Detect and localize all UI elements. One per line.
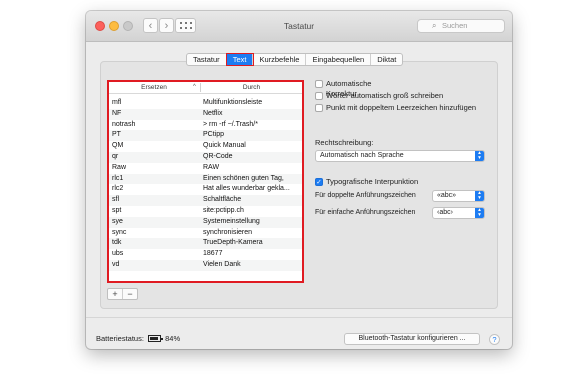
battery-value: 84% xyxy=(165,334,181,343)
spelling-value: Automatisch nach Sprache xyxy=(320,152,404,159)
replace-cell: vd xyxy=(112,260,120,268)
text-replacement-table[interactable]: Ersetzen ^ Durch mfl Multifunktionsleiste… xyxy=(107,80,304,283)
replace-cell: qr xyxy=(112,152,119,160)
table-row[interactable]: mfl Multifunktionsleiste xyxy=(109,98,302,109)
with-cell: QR-Code xyxy=(203,152,233,160)
table-row[interactable]: QM Quick Manual xyxy=(109,141,302,152)
table-row[interactable]: ubs 18677 xyxy=(109,249,302,260)
double-quotes-label: Für doppelte Anführungszeichen xyxy=(315,192,416,199)
with-cell: RAW xyxy=(203,163,220,171)
replace-cell: rlc2 xyxy=(112,185,124,193)
table-row[interactable]: sye Systemeinstellung xyxy=(109,216,302,228)
single-quotes-label: Für einfache Anführungszeichen xyxy=(315,209,416,216)
tab-kurzbefehle[interactable]: Kurzbefehle xyxy=(253,54,307,65)
capitalize-label: Wörter automatisch groß schreiben xyxy=(326,91,444,100)
remove-button[interactable]: − xyxy=(123,289,137,299)
add-remove-control: + − xyxy=(107,288,138,300)
replace-cell: sfl xyxy=(112,196,119,204)
column-header-replace[interactable]: Ersetzen xyxy=(109,82,199,93)
tab-eingabequellen[interactable]: Eingabequellen xyxy=(306,54,372,65)
table-row[interactable]: qr QR-Code xyxy=(109,151,302,163)
title-bar: ‹ › Tastatur ⌕ Suchen xyxy=(86,11,512,42)
table-row[interactable]: vd Vielen Dank xyxy=(109,259,302,271)
replace-cell: notrash xyxy=(112,120,136,128)
table-header: Ersetzen ^ Durch xyxy=(109,82,302,94)
updown-arrow-icon: ▴ ▾ xyxy=(475,190,484,201)
tab-text[interactable]: Text xyxy=(225,53,255,66)
table-row[interactable]: Raw RAW xyxy=(109,163,302,174)
replace-cell: tdk xyxy=(112,239,122,247)
updown-arrow-icon: ▴ ▾ xyxy=(475,150,484,161)
table-row[interactable]: rlc2 Hat alles wunderbar gekla... xyxy=(109,184,302,195)
tab-bar: Tastatur Text Kurzbefehle Eingabequellen… xyxy=(186,53,404,66)
table-row[interactable]: sfl Schaltfläche xyxy=(109,195,302,206)
replace-cell: sye xyxy=(112,217,123,225)
with-cell: Einen schönen guten Tag, xyxy=(203,174,284,182)
table-row[interactable]: rlc1 Einen schönen guten Tag, xyxy=(109,173,302,185)
table-row[interactable]: spt site:pctipp.ch xyxy=(109,206,302,217)
smart-quotes-label: Typografische Interpunktion xyxy=(326,177,419,186)
table-row[interactable]: notrash > rm -rf ~/.Trash/* xyxy=(109,120,302,131)
tab-diktat[interactable]: Diktat xyxy=(371,54,402,65)
with-cell: > rm -rf ~/.Trash/* xyxy=(203,120,258,128)
with-cell: synchronisieren xyxy=(203,228,253,236)
with-cell: 18677 xyxy=(203,250,223,258)
search-field[interactable]: ⌕ Suchen xyxy=(417,19,505,33)
replace-cell: ubs xyxy=(112,250,124,258)
replace-cell: spt xyxy=(112,206,122,214)
with-cell: Netflix xyxy=(203,109,223,117)
autocorrect-checkbox[interactable] xyxy=(315,80,323,88)
with-cell: Schaltfläche xyxy=(203,196,242,204)
table-row[interactable]: tdk TrueDepth-Kamera xyxy=(109,238,302,250)
replace-cell: PT xyxy=(112,131,121,139)
table-row[interactable]: NF Netflix xyxy=(109,108,302,120)
help-button[interactable]: ? xyxy=(489,334,500,345)
double-quotes-popup[interactable]: «abc» ▴ ▾ xyxy=(432,190,485,202)
spelling-popup[interactable]: Automatisch nach Sprache ▴ ▾ xyxy=(315,150,485,162)
updown-arrow-icon: ▴ ▾ xyxy=(475,207,484,218)
with-cell: Quick Manual xyxy=(203,142,246,150)
footer-divider xyxy=(86,317,512,318)
sort-ascending-icon: ^ xyxy=(193,84,196,90)
single-quotes-popup[interactable]: ‹abc› ▴ ▾ xyxy=(432,207,485,219)
replace-cell: sync xyxy=(112,228,127,236)
tab-tastatur[interactable]: Tastatur xyxy=(187,54,227,65)
add-button[interactable]: + xyxy=(108,289,123,299)
replace-cell: QM xyxy=(112,142,124,150)
double-quotes-value: «abc» xyxy=(437,192,457,199)
battery-label: Batteriestatus: xyxy=(96,334,144,343)
period-label: Punkt mit doppeltem Leerzeichen hinzufüg… xyxy=(326,103,477,112)
capitalize-checkbox[interactable] xyxy=(315,92,323,100)
spelling-heading: Rechtschreibung: xyxy=(315,138,374,147)
keyboard-preferences-window: ‹ › Tastatur ⌕ Suchen Tastatur Text Kurz… xyxy=(86,11,512,349)
column-header-with[interactable]: Durch xyxy=(201,82,302,93)
replace-cell: Raw xyxy=(112,163,127,171)
period-checkbox[interactable] xyxy=(315,104,323,112)
smart-quotes-checkbox[interactable]: ✓ xyxy=(315,178,323,186)
replace-cell: NF xyxy=(112,109,122,117)
battery-icon xyxy=(148,335,164,342)
with-cell: PCtipp xyxy=(203,131,225,139)
search-placeholder: Suchen xyxy=(442,21,468,30)
with-cell: site:pctipp.ch xyxy=(203,206,244,214)
replace-cell: mfl xyxy=(112,99,122,106)
with-cell: Vielen Dank xyxy=(203,260,241,268)
search-icon: ⌕ xyxy=(432,21,437,30)
with-cell: Hat alles wunderbar gekla... xyxy=(203,185,290,193)
configure-bluetooth-keyboard-button[interactable]: Bluetooth-Tastatur konfigurieren ... xyxy=(344,333,480,345)
with-cell: TrueDepth-Kamera xyxy=(203,239,263,247)
battery-status: Batteriestatus: 84% xyxy=(96,334,180,343)
with-cell: Systemeinstellung xyxy=(203,217,260,225)
single-quotes-value: ‹abc› xyxy=(437,209,453,216)
table-row[interactable]: sync synchronisieren xyxy=(109,228,302,239)
with-cell: Multifunktionsleiste xyxy=(203,99,263,106)
replace-cell: rlc1 xyxy=(112,174,124,182)
table-rows: mfl Multifunktionsleiste NF Netflix notrash >… xyxy=(109,98,302,271)
table-row[interactable]: PT PCtipp xyxy=(109,130,302,142)
